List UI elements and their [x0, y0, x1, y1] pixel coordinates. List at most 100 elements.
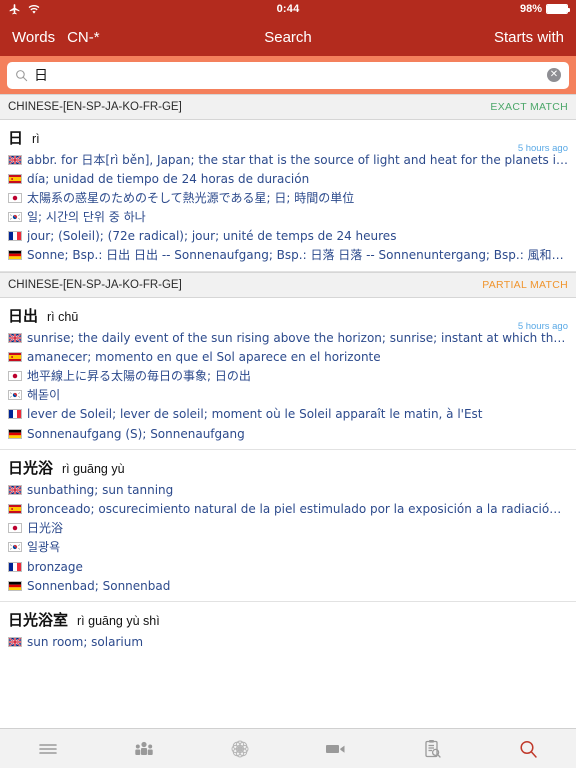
section-header: CHINESE-[EN-SP-JA-KO-FR-GE] PARTIAL MATCH	[0, 272, 576, 299]
en-flag-icon	[8, 636, 22, 647]
de-flag-icon	[8, 250, 22, 261]
search-icon	[16, 69, 28, 81]
ja-flag-icon	[8, 523, 22, 534]
entry-headword: 日出	[8, 307, 39, 326]
de-flag-icon	[8, 428, 22, 439]
definition-line: bronzage	[8, 557, 568, 576]
entry-header: 日光浴 rì guāng yù	[8, 457, 568, 478]
definition-line: día; unidad de tiempo de 24 horas de dur…	[8, 169, 568, 188]
definition-text: 해돋이	[27, 388, 61, 403]
definition-text: sunrise; the daily event of the sun risi…	[27, 330, 568, 345]
definition-text: 日光浴	[27, 521, 64, 536]
tab-video[interactable]	[288, 729, 384, 768]
flower-icon	[231, 740, 249, 757]
entry-timestamp: 5 hours ago	[517, 143, 568, 154]
ko-flag-icon	[8, 390, 22, 401]
entry-header: 日光浴室 rì guāng yù shì	[8, 609, 568, 630]
definition-line: 일; 시간의 단위 중 하나	[8, 208, 568, 227]
search-field[interactable]: 日 ✕	[7, 61, 569, 89]
video-icon	[326, 744, 345, 753]
entry-header: 日 rì 5 hours ago	[8, 127, 568, 154]
battery-icon	[546, 4, 570, 14]
definition-line: 일광욕	[8, 538, 568, 557]
es-flag-icon	[8, 351, 22, 362]
section-header: CHINESE-[EN-SP-JA-KO-FR-GE] EXACT MATCH	[0, 94, 576, 120]
list-item[interactable]: 日 rì 5 hours ago abbr. for 日本[rì běn], Japa…	[0, 120, 576, 273]
definition-text: 地平線上に昇る太陽の毎日の事象; 日の出	[27, 369, 251, 383]
de-flag-icon	[8, 580, 22, 591]
list-item[interactable]: 日光浴 rì guāng yù sunbathing; sun tanning bro…	[0, 450, 576, 603]
section-header-label: CHINESE-[EN-SP-JA-KO-FR-GE]	[8, 279, 182, 292]
en-flag-icon	[8, 484, 22, 495]
es-flag-icon	[8, 173, 22, 184]
tab-people[interactable]	[96, 729, 192, 768]
definition-text: Sonnenaufgang (S); Sonnenaufgang	[27, 426, 245, 441]
en-flag-icon	[8, 154, 22, 165]
definition-line: jour; (Soleil); (72e radical); jour; uni…	[8, 227, 568, 246]
entry-pinyin: rì chū	[47, 310, 79, 325]
tab-bar	[0, 728, 576, 768]
entry-timestamp: 5 hours ago	[517, 321, 568, 333]
entry-headword: 日	[8, 129, 24, 147]
definition-text: jour; (Soleil); (72e radical); jour; uni…	[27, 229, 397, 244]
match-badge: PARTIAL MATCH	[482, 279, 568, 292]
definition-line: abbr. for 日本[rì běn], Japan; the star th…	[8, 150, 568, 169]
ja-flag-icon	[8, 192, 22, 203]
entry-pinyin: rì	[32, 132, 40, 146]
es-flag-icon	[8, 503, 22, 514]
definition-line: sunrise; the daily event of the sun risi…	[8, 328, 568, 347]
definition-line: amanecer; momento en que el Sol aparece …	[8, 347, 568, 366]
definition-text: abbr. for 日本[rì běn], Japan; the star th…	[27, 152, 568, 167]
definition-line: 地平線上に昇る太陽の毎日の事象; 日の出	[8, 367, 568, 386]
menu-icon	[39, 743, 57, 754]
tab-flower[interactable]	[192, 729, 288, 768]
status-bar-clock: 0:44	[276, 3, 300, 15]
definition-line: Sonnenbad; Sonnenbad	[8, 576, 568, 595]
clear-icon[interactable]: ✕	[547, 68, 561, 82]
definition-text: sun room; solarium	[27, 634, 144, 649]
tab-menu[interactable]	[0, 729, 96, 768]
ko-flag-icon	[8, 542, 22, 553]
status-bar: 0:44 98%	[0, 0, 576, 18]
page-title: Search	[264, 28, 312, 46]
starts-with-button[interactable]: Starts with	[494, 29, 564, 46]
results-list[interactable]: CHINESE-[EN-SP-JA-KO-FR-GE] EXACT MATCH 日 r…	[0, 94, 576, 658]
definition-text: Sonnenbad; Sonnenbad	[27, 578, 171, 593]
fr-flag-icon	[8, 561, 22, 572]
entry-pinyin: rì guāng yù shì	[77, 614, 160, 629]
definition-line: lever de Soleil; lever de soleil; moment…	[8, 405, 568, 424]
ko-flag-icon	[8, 212, 22, 223]
definition-line: Sonne; Bsp.: 日出 日出 -- Sonnenaufgang; Bsp…	[8, 246, 568, 265]
entry-pinyin: rì guāng yù	[62, 462, 125, 477]
people-icon	[135, 741, 153, 755]
ja-flag-icon	[8, 371, 22, 381]
clipboard-search-icon	[425, 739, 441, 758]
list-item[interactable]: 日出 rì chū 5 hours ago sunrise; the daily ev…	[0, 298, 576, 451]
entry-headword: 日光浴	[8, 459, 54, 478]
definition-line: 太陽系の惑星のためのそして熱光源である星; 日; 時間の単位	[8, 188, 568, 207]
definition-line: sun room; solarium	[8, 632, 568, 651]
entry-header: 日出 rì chū 5 hours ago	[8, 305, 568, 332]
tab-search[interactable]	[480, 729, 576, 768]
definition-text: Sonne; Bsp.: 日出 日出 -- Sonnenaufgang; Bsp…	[27, 248, 568, 263]
definition-line: Sonnenaufgang (S); Sonnenaufgang	[8, 424, 568, 443]
definition-text: bronceado; oscurecimiento natural de la …	[27, 501, 568, 516]
list-item[interactable]: 日光浴室 rì guāng yù shì sun room; solarium	[0, 602, 576, 657]
definition-line: sunbathing; sun tanning	[8, 480, 568, 499]
definition-text: bronzage	[27, 559, 83, 574]
definition-line: 日光浴	[8, 519, 568, 538]
tab-clipboard-search[interactable]	[384, 729, 480, 768]
search-bar: 日 ✕	[0, 56, 576, 94]
fr-flag-icon	[8, 409, 22, 420]
definition-text: sunbathing; sun tanning	[27, 482, 174, 497]
search-icon	[520, 740, 537, 758]
search-input[interactable]: 日	[34, 65, 541, 85]
definition-text: 太陽系の惑星のためのそして熱光源である星; 日; 時間の単位	[27, 190, 355, 205]
definition-text: amanecer; momento en que el Sol aparece …	[27, 349, 381, 364]
definition-text: lever de Soleil; lever de soleil; moment…	[27, 407, 483, 422]
nav-bar: Words CN-* Search Starts with	[0, 18, 576, 56]
status-bar-right: 98%	[520, 3, 570, 15]
definition-text: 일; 시간의 단위 중 하나	[27, 210, 146, 225]
definition-line: bronceado; oscurecimiento natural de la …	[8, 499, 568, 518]
match-badge: EXACT MATCH	[490, 101, 568, 113]
